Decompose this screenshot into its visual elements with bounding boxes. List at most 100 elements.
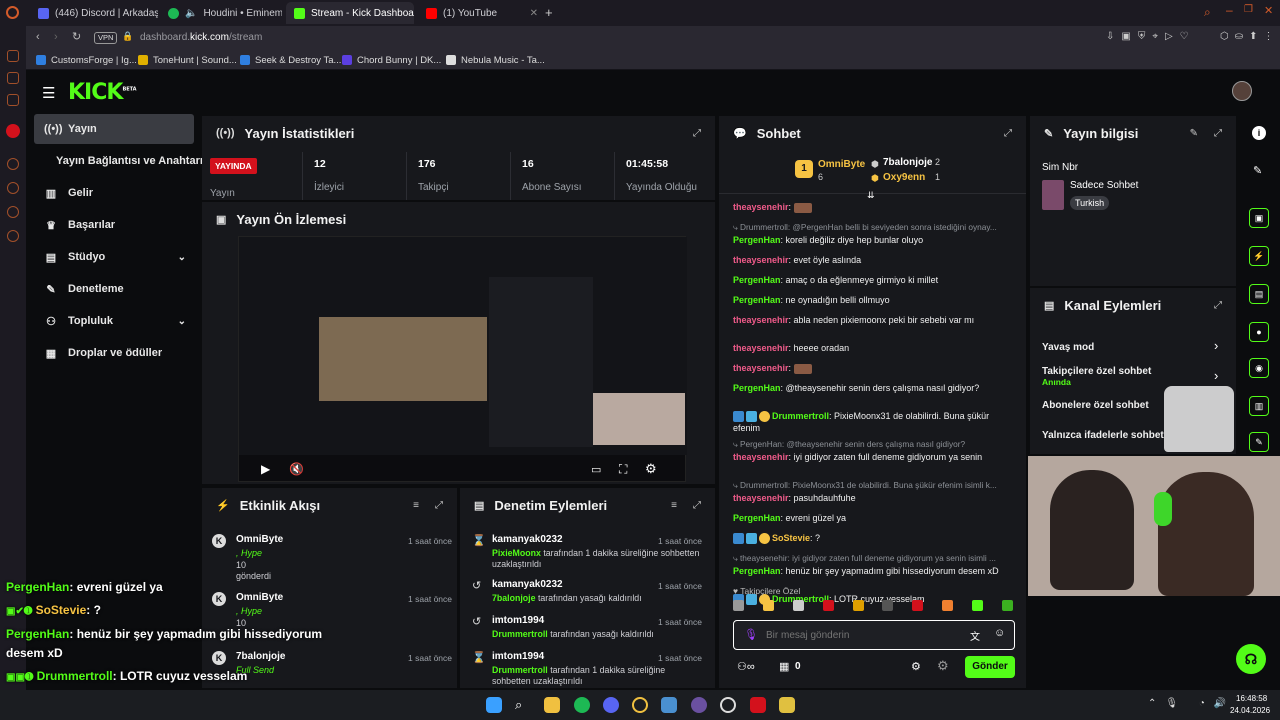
spotify-icon[interactable] <box>574 697 590 713</box>
gift-icon[interactable]: ▦ <box>779 660 789 673</box>
file-explorer-icon[interactable] <box>544 697 560 713</box>
workspace-icon[interactable] <box>7 94 19 106</box>
chat-reply-line[interactable]: ⤷ theaysenehir: iyi gidiyor zaten full d… <box>733 553 1015 565</box>
filter-icon[interactable]: ≡ <box>671 500 677 511</box>
emoji-icon[interactable]: ☺ <box>994 627 1005 639</box>
tab-kick-dashboard[interactable]: Stream - Kick Dashboard <box>286 2 414 24</box>
emote-icon[interactable] <box>912 600 924 611</box>
chat-settings-icon[interactable]: ⚙ <box>911 660 921 673</box>
reload-icon[interactable]: ↻ <box>72 30 81 43</box>
chevron-right-icon[interactable]: › <box>1214 368 1218 383</box>
emote-icon[interactable] <box>762 600 774 611</box>
settings-gear-icon[interactable]: ⚙ <box>645 461 657 477</box>
chat-reply-line[interactable]: ⤷ PergenHan: @theaysenehir senin ders ça… <box>733 439 1015 451</box>
bookmark-customsforge[interactable]: CustomsForge | Ig... <box>36 52 137 68</box>
kick-logo[interactable]: KICKBETA <box>68 80 137 105</box>
popout-icon[interactable]: ⤢ <box>1214 128 1222 139</box>
chat-message[interactable]: theaysenehir: <box>733 363 1015 375</box>
microphone-icon[interactable]: 🎙 <box>744 628 758 641</box>
chat-message[interactable]: Drummertroll: PixieMoonx31 de olabilirdi… <box>733 411 1015 434</box>
vpn-badge[interactable]: VPN <box>94 32 118 44</box>
extension-icons[interactable]: ⇩▣⛨⌖▷♡ <box>1106 31 1196 42</box>
close-window-icon[interactable]: ✕ <box>1264 4 1273 17</box>
opera-icon[interactable] <box>632 697 648 713</box>
rail-clip-icon[interactable]: ▣ <box>1249 208 1269 228</box>
search-icon[interactable]: ⌕ <box>515 697 531 713</box>
category-name[interactable]: Sadece Sohbet <box>1070 180 1138 191</box>
clock-time[interactable]: 16:48:58 <box>1236 694 1267 703</box>
tab-youtube[interactable]: (1) YouTube ✕ <box>418 2 546 24</box>
maximize-icon[interactable]: ❐ <box>1244 4 1253 15</box>
chat-input-box[interactable]: 🎙 文 ☺ <box>733 620 1015 650</box>
start-icon[interactable] <box>486 697 502 713</box>
gear-icon[interactable] <box>7 230 19 242</box>
app-icon[interactable] <box>661 697 677 713</box>
action-follower-chat[interactable]: Takipçilere özel sohbet Anında <box>1042 366 1222 387</box>
channel-points-icon[interactable]: ⚇∞ <box>737 660 755 673</box>
send-button[interactable]: Gönder <box>965 656 1015 678</box>
url-field[interactable]: dashboard.kick.com/stream <box>140 32 262 43</box>
sidebar-item-studyo[interactable]: ▤ Stüdyo ⌄ <box>34 242 194 272</box>
mute-icon[interactable]: 🔇 <box>289 462 304 476</box>
tray-icons[interactable]: ⌃🎙 ◔🔊 <box>1148 698 1235 709</box>
chat-message[interactable]: theaysenehir: evet öyle aslında <box>733 255 1015 267</box>
chat-message[interactable]: PergenHan: @theaysenehir senin ders çalı… <box>733 383 1015 395</box>
fullscreen-icon[interactable]: ⛶ <box>619 462 627 477</box>
sidebar-item-topluluk[interactable]: ⚇ Topluluk ⌄ <box>34 306 194 336</box>
pip-icon[interactable]: ▭ <box>591 463 601 476</box>
bookmark-chord-bunny[interactable]: Chord Bunny | DK... <box>342 52 441 68</box>
translate-icon[interactable]: 文 <box>970 628 980 643</box>
bookmark-seek-destroy[interactable]: Seek & Destroy Ta... <box>240 52 341 68</box>
bookmark-nebula[interactable]: Nebula Music - Ta... <box>446 52 545 68</box>
leader-name[interactable]: 7balonjoje <box>883 157 932 168</box>
bookmark-tonehunt[interactable]: ToneHunt | Sound... <box>138 52 237 68</box>
info-icon[interactable]: i <box>1252 126 1266 140</box>
back-icon[interactable]: ‹ <box>36 31 40 43</box>
chat-message[interactable]: PergenHan: koreli değiliz diye hep bunla… <box>733 235 1015 247</box>
youtube-sidebar-icon[interactable] <box>6 124 20 138</box>
chat-message[interactable]: PergenHan: henüz bir şey yapmadım gibi h… <box>733 566 1015 578</box>
app-icon[interactable] <box>779 697 795 713</box>
play-icon[interactable]: ▶ <box>261 462 270 476</box>
hamburger-menu-icon[interactable]: ☰ <box>42 84 55 102</box>
rail-bolt-icon[interactable]: ⚡ <box>1249 246 1269 266</box>
sidebar-item-stream-key[interactable]: Yayın Bağlantısı ve Anahtarı <box>34 146 203 176</box>
clock-date[interactable]: 24.04.2026 <box>1230 706 1270 715</box>
rail-stats-icon[interactable]: ▥ <box>1249 396 1269 416</box>
emote-icon[interactable] <box>1001 600 1013 611</box>
popout-icon[interactable]: ⤢ <box>435 500 443 511</box>
extensions-icon[interactable]: ⬡⛀⬆⋮ <box>1220 31 1280 42</box>
download-icon[interactable] <box>7 206 19 218</box>
popout-icon[interactable]: ⤢ <box>693 500 701 511</box>
workspace-icon[interactable] <box>7 72 19 84</box>
steam-icon[interactable] <box>720 697 736 713</box>
rail-wrench-icon[interactable]: ✎ <box>1249 432 1269 452</box>
rail-clipboard-icon[interactable]: ▤ <box>1249 284 1269 304</box>
expand-leaderboard-icon[interactable]: ⇊ <box>867 190 875 201</box>
search-tabs-icon[interactable]: ⌕ <box>1204 5 1211 20</box>
support-button[interactable]: ☊ <box>1236 644 1266 674</box>
workspace-icon[interactable] <box>7 50 19 62</box>
emote-icon[interactable] <box>852 600 864 611</box>
chevron-right-icon[interactable]: › <box>1214 338 1218 353</box>
history-icon[interactable] <box>7 182 19 194</box>
emote-icon[interactable] <box>882 600 894 611</box>
sidebar-item-yayin[interactable]: ((•)) Yayın <box>34 114 194 144</box>
close-tab-icon[interactable]: ✕ <box>530 8 538 19</box>
forward-icon[interactable]: › <box>54 31 58 43</box>
chat-message[interactable]: PergenHan: evreni güzel ya <box>733 513 1015 525</box>
emote-icon[interactable] <box>942 600 954 611</box>
emote-icon[interactable] <box>792 600 804 611</box>
emote-icon[interactable] <box>972 600 983 611</box>
chat-message[interactable]: theaysenehir: abla neden pixiemoonx peki… <box>733 315 1015 327</box>
chat-reply-line[interactable]: ⤷ Drummertroll: PixieMoonx31 de olabilir… <box>733 480 1015 492</box>
chat-message[interactable]: theaysenehir: pasuhdauhfuhe <box>733 493 1015 505</box>
chat-message[interactable]: PergenHan: amaç o da eğlenmeye girmiyo k… <box>733 275 1015 287</box>
tab-discord[interactable]: (446) Discord | Arkadaşlar <box>30 2 158 24</box>
popout-icon[interactable]: ⤢ <box>1214 300 1222 311</box>
sidebar-item-droplar[interactable]: ▦ Droplar ve ödüller <box>34 338 194 368</box>
chat-message-input[interactable] <box>766 627 956 643</box>
sidebar-item-gelir[interactable]: ▥ Gelir <box>34 178 194 208</box>
edit-icon[interactable]: ✎ <box>1190 128 1198 139</box>
sidebar-item-denetleme[interactable]: ✎ Denetleme <box>34 274 194 304</box>
